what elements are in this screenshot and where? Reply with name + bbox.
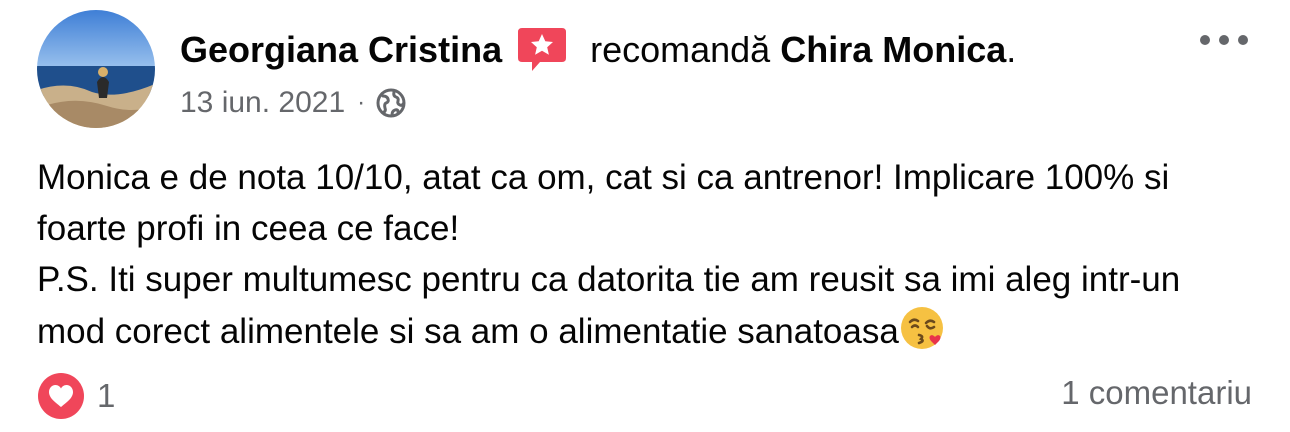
globe-icon[interactable]	[375, 87, 407, 119]
reactions-summary[interactable]: 1	[37, 372, 115, 420]
more-options-button[interactable]	[1192, 20, 1256, 60]
face-blowing-a-kiss-emoji	[899, 305, 945, 351]
post-date[interactable]: 13 iun. 2021	[180, 86, 345, 120]
recommend-star-badge-icon	[516, 24, 568, 76]
post-body: Monica e de nota 10/10, atat ca om, cat …	[37, 152, 1257, 357]
author-name[interactable]: Georgiana Cristina	[180, 29, 502, 71]
post-header: Georgiana Cristina recomandă Chira Monic…	[180, 24, 1016, 76]
post-body-paragraph-1: Monica e de nota 10/10, atat ca om, cat …	[37, 158, 1170, 248]
recommended-page-name[interactable]: Chira Monica	[780, 29, 1006, 71]
recommend-verb: recomandă	[590, 29, 771, 70]
avatar-photo	[37, 10, 155, 128]
author-avatar[interactable]	[37, 10, 155, 128]
reaction-count: 1	[97, 377, 116, 414]
post-body-paragraph-2-text: P.S. Iti super multumesc pentru ca dator…	[37, 260, 1181, 351]
post-body-paragraph-2: P.S. Iti super multumesc pentru ca dator…	[37, 254, 1257, 357]
comments-count-link[interactable]: 1 comentariu	[1061, 374, 1252, 412]
meta-separator: ·	[357, 89, 366, 116]
love-reaction-icon	[37, 372, 85, 420]
recommendation-post: Georgiana Cristina recomandă Chira Monic…	[0, 0, 1290, 432]
more-options-icon	[1200, 35, 1248, 45]
header-period: .	[1006, 29, 1017, 70]
post-meta: 13 iun. 2021 ·	[180, 84, 407, 122]
